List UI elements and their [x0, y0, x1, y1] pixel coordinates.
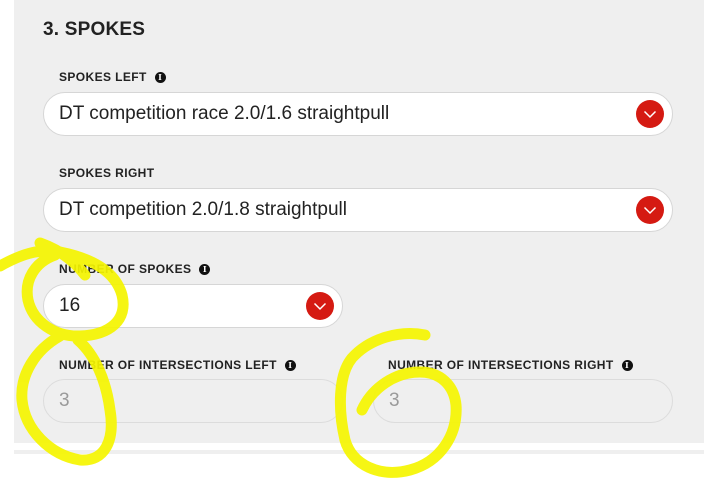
intersections-left-field: 3: [43, 379, 343, 423]
spokes-left-value: DT competition race 2.0/1.6 straightpull: [59, 103, 390, 124]
spokes-left-label-group: SPOKES LEFT i: [59, 70, 166, 84]
number-of-spokes-label: NUMBER OF SPOKES: [59, 262, 192, 276]
divider: [14, 450, 704, 454]
intersections-right-label-group: NUMBER OF INTERSECTIONS RIGHT i: [388, 358, 633, 372]
info-icon[interactable]: i: [154, 71, 166, 83]
number-of-spokes-select[interactable]: 16: [43, 284, 343, 328]
intersections-left-value: 3: [59, 390, 70, 411]
chevron-down-icon[interactable]: [636, 100, 664, 128]
chevron-down-icon[interactable]: [306, 292, 334, 320]
intersections-right-value: 3: [389, 390, 400, 411]
spokes-right-label-group: SPOKES RIGHT: [59, 166, 154, 180]
info-icon[interactable]: i: [621, 359, 633, 371]
chevron-down-icon[interactable]: [636, 196, 664, 224]
intersections-right-field: 3: [373, 379, 673, 423]
intersections-left-label-group: NUMBER OF INTERSECTIONS LEFT i: [59, 358, 296, 372]
number-of-spokes-value: 16: [59, 295, 81, 316]
number-of-spokes-label-group: NUMBER OF SPOKES i: [59, 262, 211, 276]
section-title: 3. SPOKES: [43, 19, 146, 40]
spokes-right-value: DT competition 2.0/1.8 straightpull: [59, 199, 347, 220]
info-icon[interactable]: i: [199, 263, 211, 275]
intersections-left-label: NUMBER OF INTERSECTIONS LEFT: [59, 358, 277, 372]
spokes-right-select[interactable]: DT competition 2.0/1.8 straightpull: [43, 188, 673, 232]
info-icon[interactable]: i: [284, 359, 296, 371]
spokes-left-select[interactable]: DT competition race 2.0/1.6 straightpull: [43, 92, 673, 136]
spokes-right-label: SPOKES RIGHT: [59, 166, 155, 180]
intersections-right-label: NUMBER OF INTERSECTIONS RIGHT: [388, 358, 614, 372]
spokes-left-label: SPOKES LEFT: [59, 70, 147, 84]
